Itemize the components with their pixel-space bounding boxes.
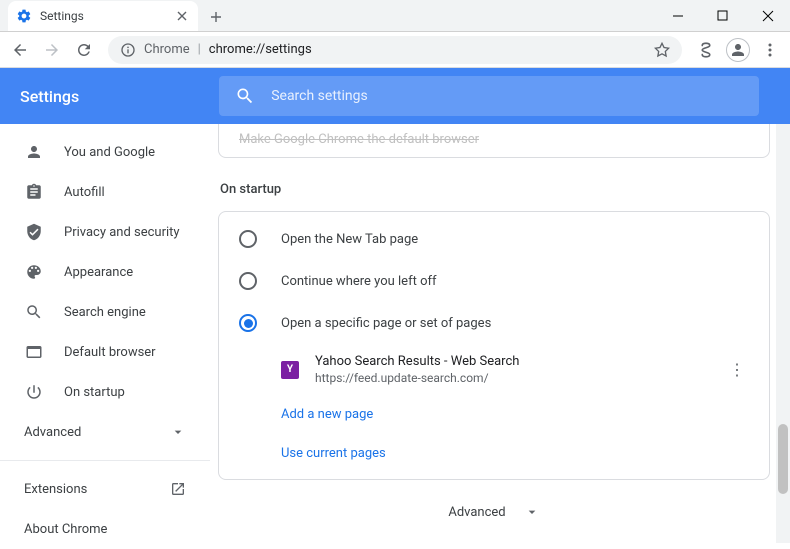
default-browser-card-truncated: Make Google Chrome the default browser xyxy=(218,124,770,158)
radio-label: Open the New Tab page xyxy=(281,232,418,247)
sidebar-about-chrome[interactable]: About Chrome xyxy=(0,509,210,549)
sidebar-item-privacy[interactable]: Privacy and security xyxy=(0,212,206,252)
sidebar-item-default-browser[interactable]: Default browser xyxy=(0,332,206,372)
sidebar-item-label: Appearance xyxy=(64,265,133,280)
sidebar-divider xyxy=(0,460,210,461)
sidebar-item-you-and-google[interactable]: You and Google xyxy=(0,132,206,172)
reload-button[interactable] xyxy=(70,36,98,64)
chevron-down-icon xyxy=(524,504,540,520)
content-advanced-toggle[interactable]: Advanced xyxy=(218,480,770,530)
settings-favicon xyxy=(16,8,32,24)
autofill-icon xyxy=(24,183,44,201)
startup-page-row: Y Yahoo Search Results - Web Search http… xyxy=(219,344,769,395)
scrollbar-thumb[interactable] xyxy=(778,424,788,494)
site-info-icon[interactable] xyxy=(120,42,136,58)
minimize-button[interactable] xyxy=(655,0,700,31)
radio-label: Open a specific page or set of pages xyxy=(281,316,491,331)
sidebar-extensions[interactable]: Extensions xyxy=(0,469,210,509)
sidebar-advanced-toggle[interactable]: Advanced xyxy=(0,412,210,452)
page-favicon: Y xyxy=(281,361,299,379)
settings-content: Make Google Chrome the default browser O… xyxy=(210,124,790,543)
person-icon xyxy=(24,143,44,161)
radio-icon xyxy=(239,272,257,290)
search-icon xyxy=(235,86,255,106)
chrome-menu-button[interactable] xyxy=(756,36,784,64)
radio-icon xyxy=(239,230,257,248)
chevron-down-icon xyxy=(170,424,186,440)
sidebar-item-search-engine[interactable]: Search engine xyxy=(0,292,206,332)
settings-search-box[interactable] xyxy=(219,76,759,116)
search-engine-icon xyxy=(24,303,44,321)
sidebar-about-label: About Chrome xyxy=(24,522,107,537)
truncated-card-text: Make Google Chrome the default browser xyxy=(239,132,479,147)
sidebar-item-label: You and Google xyxy=(64,145,155,160)
settings-sidebar: You and Google Autofill Privacy and secu… xyxy=(0,124,210,543)
tab-title: Settings xyxy=(40,9,84,23)
power-icon xyxy=(24,383,44,401)
omnibox-url: chrome://settings xyxy=(209,42,312,57)
settings-header: Settings xyxy=(0,68,790,124)
sidebar-item-autofill[interactable]: Autofill xyxy=(0,172,206,212)
omnibox-prefix: Chrome xyxy=(144,42,190,57)
sidebar-item-label: On startup xyxy=(64,385,125,400)
sidebar-item-label: Search engine xyxy=(64,305,146,320)
forward-button[interactable] xyxy=(38,36,66,64)
page-info: Yahoo Search Results - Web Search https:… xyxy=(315,354,709,385)
page-title: Yahoo Search Results - Web Search xyxy=(315,354,709,369)
tab-close-button[interactable] xyxy=(174,8,190,24)
sidebar-item-label: Privacy and security xyxy=(64,225,180,240)
radio-continue-left-off[interactable]: Continue where you left off xyxy=(219,260,769,302)
sidebar-item-label: Autofill xyxy=(64,185,105,200)
content-advanced-label: Advanced xyxy=(448,505,505,520)
maximize-button[interactable] xyxy=(700,0,745,31)
page-url: https://feed.update-search.com/ xyxy=(315,371,709,385)
browser-toolbar: Chrome | chrome://settings xyxy=(0,32,790,68)
external-link-icon xyxy=(170,481,186,497)
profile-avatar[interactable] xyxy=(724,36,752,64)
appearance-icon xyxy=(24,263,44,281)
page-more-menu-button[interactable]: ⋮ xyxy=(725,360,749,379)
use-current-pages-link[interactable]: Use current pages xyxy=(219,434,769,473)
radio-open-new-tab[interactable]: Open the New Tab page xyxy=(219,218,769,260)
settings-search-input[interactable] xyxy=(271,88,743,104)
close-window-button[interactable] xyxy=(745,0,790,31)
back-button[interactable] xyxy=(6,36,34,64)
address-bar[interactable]: Chrome | chrome://settings xyxy=(108,36,682,64)
window-titlebar: Settings xyxy=(0,0,790,32)
sidebar-item-appearance[interactable]: Appearance xyxy=(0,252,206,292)
scrollbar-track[interactable] xyxy=(776,124,790,543)
bookmark-star-icon[interactable] xyxy=(654,42,670,58)
section-title-on-startup: On startup xyxy=(220,182,770,197)
on-startup-card: Open the New Tab page Continue where you… xyxy=(218,211,770,480)
omnibox-separator: | xyxy=(198,42,201,57)
radio-label: Continue where you left off xyxy=(281,274,437,289)
browser-tab[interactable]: Settings xyxy=(8,1,198,31)
sidebar-item-on-startup[interactable]: On startup xyxy=(0,372,206,412)
window-controls xyxy=(655,0,790,31)
settings-title: Settings xyxy=(20,87,79,106)
new-tab-button[interactable] xyxy=(202,3,230,31)
sidebar-advanced-label: Advanced xyxy=(24,425,81,440)
extension-s-icon[interactable] xyxy=(692,36,720,64)
add-new-page-link[interactable]: Add a new page xyxy=(219,395,769,434)
sidebar-extensions-label: Extensions xyxy=(24,482,87,497)
radio-icon-checked xyxy=(239,314,257,332)
sidebar-item-label: Default browser xyxy=(64,345,156,360)
browser-icon xyxy=(24,343,44,361)
security-icon xyxy=(24,223,44,241)
radio-specific-pages[interactable]: Open a specific page or set of pages xyxy=(219,302,769,344)
